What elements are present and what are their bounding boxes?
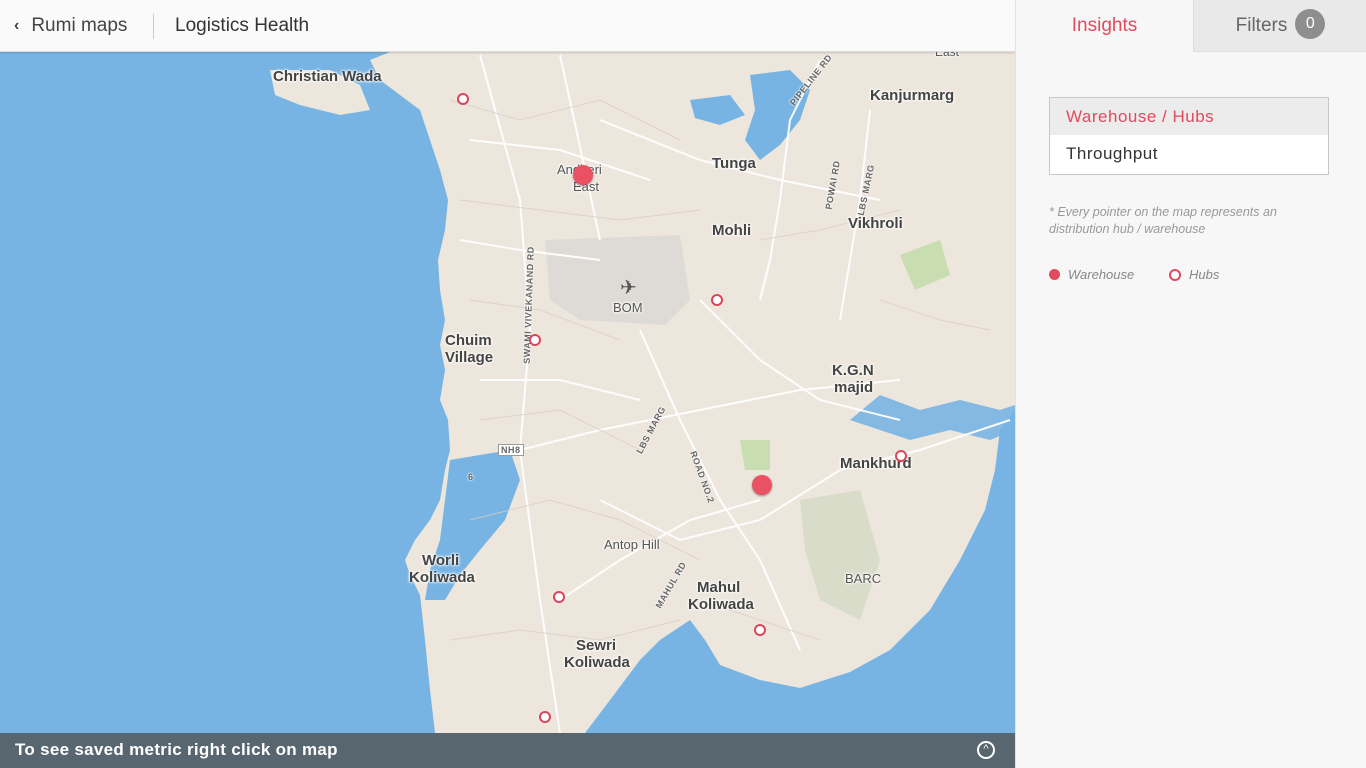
hub-marker[interactable] [553,591,565,603]
tab-insights[interactable]: Insights [1016,0,1193,52]
filter-count-badge: 0 [1295,8,1326,39]
map-road-label: NH8 [498,444,524,456]
map-place-label: Mahul [697,579,741,596]
map-place-label: Antop Hill [604,537,660,552]
legend-warehouse-label: Warehouse [1068,267,1135,282]
map-place-label: Mohli [712,222,752,239]
top-bar: ‹ Rumi maps Logistics Health [0,0,1015,52]
hub-dot-icon [1169,268,1181,281]
metric-list: Warehouse / Hubs Throughput [1049,97,1329,175]
back-button[interactable]: ‹ Rumi maps [14,14,127,38]
bottom-hint-text: To see saved metric right click on map [15,740,338,759]
map-place-label: Sewri [576,637,617,654]
map-place-label: Koliwada [409,569,475,586]
map-place-label: Tunga [712,155,756,172]
map-place-label: Kanjurmarg [870,87,955,104]
warehouse-dot-icon [1049,269,1060,280]
metric-item-warehouse-hubs[interactable]: Warehouse / Hubs [1050,98,1328,135]
map-canvas[interactable]: Christian Wada Kanjurmarg East Andheri E… [0,0,1015,768]
hub-marker[interactable] [457,93,469,105]
insights-panel: Insights Filters 0 Warehouse / Hubs Throu… [1015,0,1366,768]
map-place-label: Worli [422,552,460,569]
map-place-label: K.G.N [832,362,874,379]
page-title: Logistics Health [175,15,310,36]
tab-filters[interactable]: Filters 0 [1193,0,1366,52]
tab-filters-label: Filters [1235,15,1288,36]
map-place-label: Koliwada [564,654,630,671]
chevron-up-circle-icon[interactable]: ^ [977,741,995,759]
map-note: * Every pointer on the map represents an… [1049,205,1277,236]
map-road-label: 6 [468,472,474,482]
hub-marker[interactable] [895,450,907,462]
map-place-label: Koliwada [688,596,754,613]
hub-marker[interactable] [529,334,541,346]
bottom-hint-bar: To see saved metric right click on map [0,733,1015,768]
map-place-label: BARC [845,571,882,586]
tab-insights-label: Insights [1071,15,1138,36]
header-divider [153,14,154,39]
map-place-label: Christian Wada [273,68,382,85]
warehouse-marker[interactable] [573,165,593,185]
map-place-label: BOM [613,300,643,315]
hub-marker[interactable] [711,294,723,306]
warehouse-marker[interactable] [752,475,772,495]
airport-icon: ✈ [620,277,637,299]
map-place-label: majid [834,379,874,396]
legend-warehouse: Warehouse [1049,267,1134,282]
hub-marker[interactable] [754,624,766,636]
legend-hubs-label: Hubs [1189,267,1220,282]
map-place-label: Village [445,349,494,366]
chevron-left-icon: ‹ [14,17,20,34]
map-place-label: Chuim [445,332,492,349]
back-label: Rumi maps [31,15,128,36]
legend-hubs: Hubs [1169,267,1219,282]
hub-marker[interactable] [539,711,551,723]
metric-item-throughput[interactable]: Throughput [1050,135,1328,172]
map-place-label: Vikhroli [848,215,903,232]
